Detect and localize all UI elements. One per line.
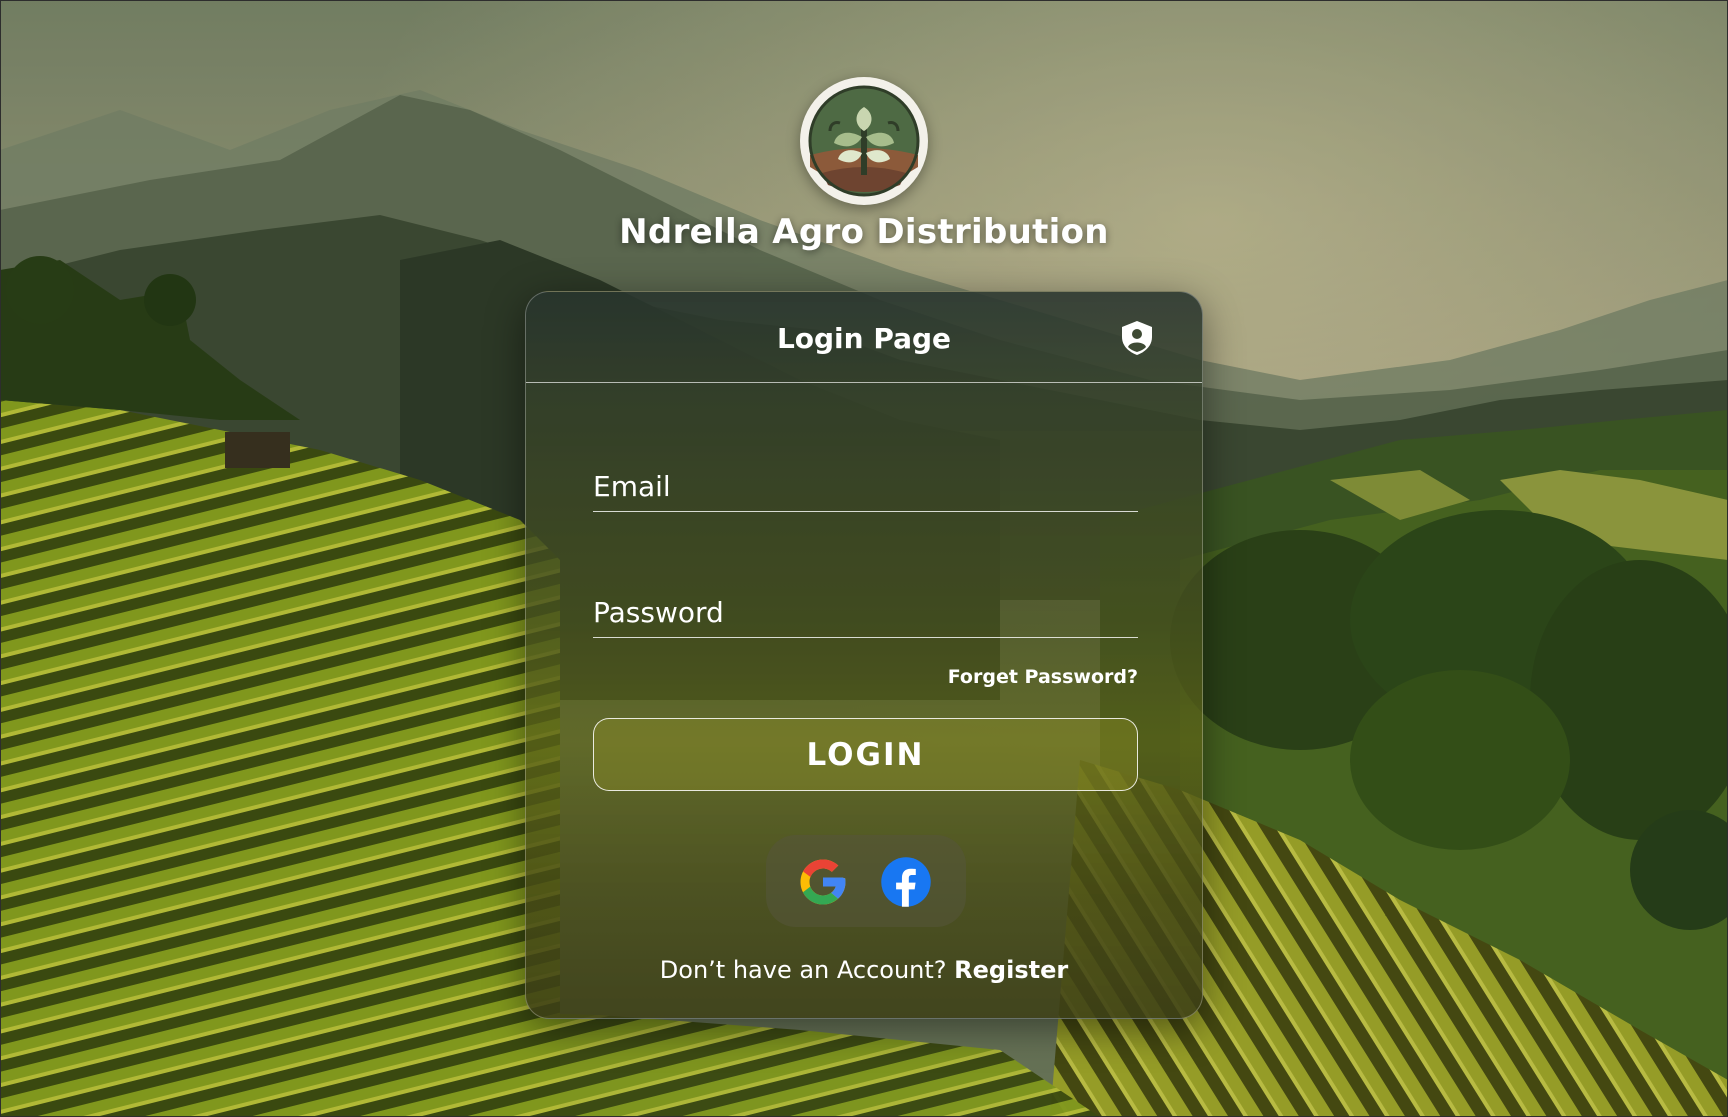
password-input[interactable] — [593, 588, 1138, 638]
login-card-title: Login Page — [776, 322, 952, 355]
google-icon — [800, 859, 846, 905]
register-prompt: Don’t have an Account? Register — [526, 956, 1202, 984]
login-card-header: Login Page — [526, 292, 1202, 383]
shield-user-icon — [1122, 321, 1152, 355]
login-card: Login Page Forget Password? LOGIN — [525, 291, 1203, 1019]
email-field — [593, 462, 1138, 518]
social-login-group — [766, 835, 966, 927]
register-prompt-text: Don’t have an Account? — [659, 956, 955, 984]
facebook-login-button[interactable] — [879, 855, 933, 909]
facebook-icon — [881, 857, 931, 907]
login-button[interactable]: LOGIN — [593, 718, 1138, 791]
forgot-password-link[interactable]: Forget Password? — [826, 666, 1138, 688]
email-input[interactable] — [593, 462, 1138, 512]
plant-leaves-logo-icon — [804, 81, 924, 201]
brand-title: Ndrella Agro Distribution — [619, 212, 1109, 252]
register-link[interactable]: Register — [954, 956, 1068, 984]
password-field — [593, 588, 1138, 644]
login-screen: Ndrella Agro Distribution Login Page For… — [0, 0, 1728, 1117]
brand-logo — [800, 77, 928, 205]
google-login-button[interactable] — [796, 855, 850, 909]
